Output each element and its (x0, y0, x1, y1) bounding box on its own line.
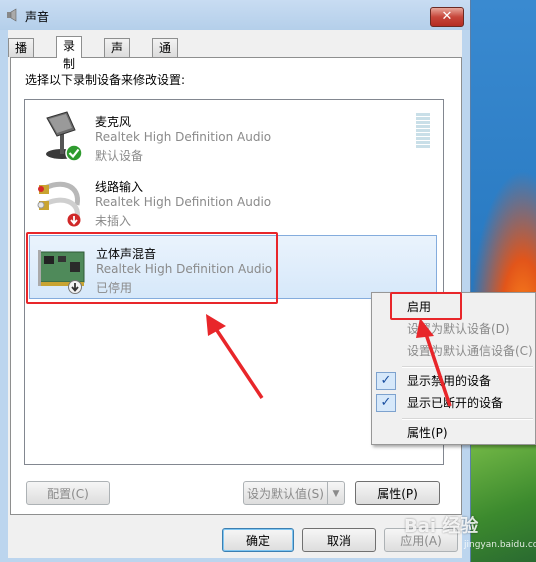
tab-sounds[interactable]: 声音 (104, 38, 131, 73)
set-default-button[interactable]: 设为默认值(S) (243, 481, 328, 505)
tab-playback[interactable]: 播放 (8, 38, 35, 73)
menu-item-properties[interactable]: 属性(P) (372, 422, 536, 444)
ok-button[interactable]: 确定 (222, 528, 294, 552)
green-check-badge (65, 144, 83, 162)
menu-item-show-disabled[interactable]: ✓ 显示禁用的设备 (372, 370, 536, 392)
close-button[interactable]: ✕ (430, 7, 464, 27)
chevron-down-icon[interactable]: ▼ (327, 481, 345, 505)
tab-recording[interactable]: 录制 (56, 36, 83, 71)
menu-item-label: 显示已断开的设备 (407, 396, 504, 410)
title-bar[interactable]: 声音 ✕ (0, 0, 470, 30)
menu-item-label: 设置为默认通信设备(C) (407, 344, 533, 358)
menu-item-label: 显示禁用的设备 (407, 374, 492, 388)
input-level-meter (416, 113, 430, 149)
cancel-button[interactable]: 取消 (302, 528, 376, 552)
configure-button[interactable]: 配置(C) (26, 481, 110, 505)
menu-item-label: 设置为默认设备(D) (407, 322, 510, 336)
watermark-logo: Bai 经验 (404, 516, 479, 537)
menu-separator (402, 418, 533, 420)
menu-item-label: 属性(P) (407, 426, 448, 440)
device-status: 默认设备 (95, 149, 144, 163)
instruction-text: 选择以下录制设备来修改设置: (25, 73, 186, 87)
device-name: 麦克风 (95, 115, 132, 129)
device-status: 未插入 (95, 214, 132, 228)
device-item-line-in[interactable]: 线路输入 Realtek High Definition Audio 未插入 (29, 169, 437, 233)
properties-button[interactable]: 属性(P) (355, 481, 440, 505)
annotation-highlight-device (26, 232, 278, 304)
checkmark-icon: ✓ (376, 372, 396, 390)
desktop-background (470, 0, 536, 562)
menu-item-show-disconnected[interactable]: ✓ 显示已断开的设备 (372, 392, 536, 414)
red-down-arrow-badge (67, 213, 81, 227)
menu-item-set-default-comm-device[interactable]: 设置为默认通信设备(C) (372, 340, 536, 362)
menu-separator (402, 366, 533, 368)
speaker-icon (7, 8, 17, 22)
watermark-url: jingyan.baidu.com (464, 540, 536, 550)
device-description: Realtek High Definition Audio (95, 130, 272, 144)
annotation-highlight-enable (390, 292, 462, 320)
device-description: Realtek High Definition Audio (95, 195, 272, 209)
tab-communications[interactable]: 通信 (152, 38, 179, 73)
device-item-microphone[interactable]: 麦克风 Realtek High Definition Audio 默认设备 (29, 104, 437, 168)
window-title: 声音 (25, 10, 50, 24)
device-name: 线路输入 (95, 180, 144, 194)
menu-item-set-default-device[interactable]: 设置为默认设备(D) (372, 318, 536, 340)
checkmark-icon: ✓ (376, 394, 396, 412)
